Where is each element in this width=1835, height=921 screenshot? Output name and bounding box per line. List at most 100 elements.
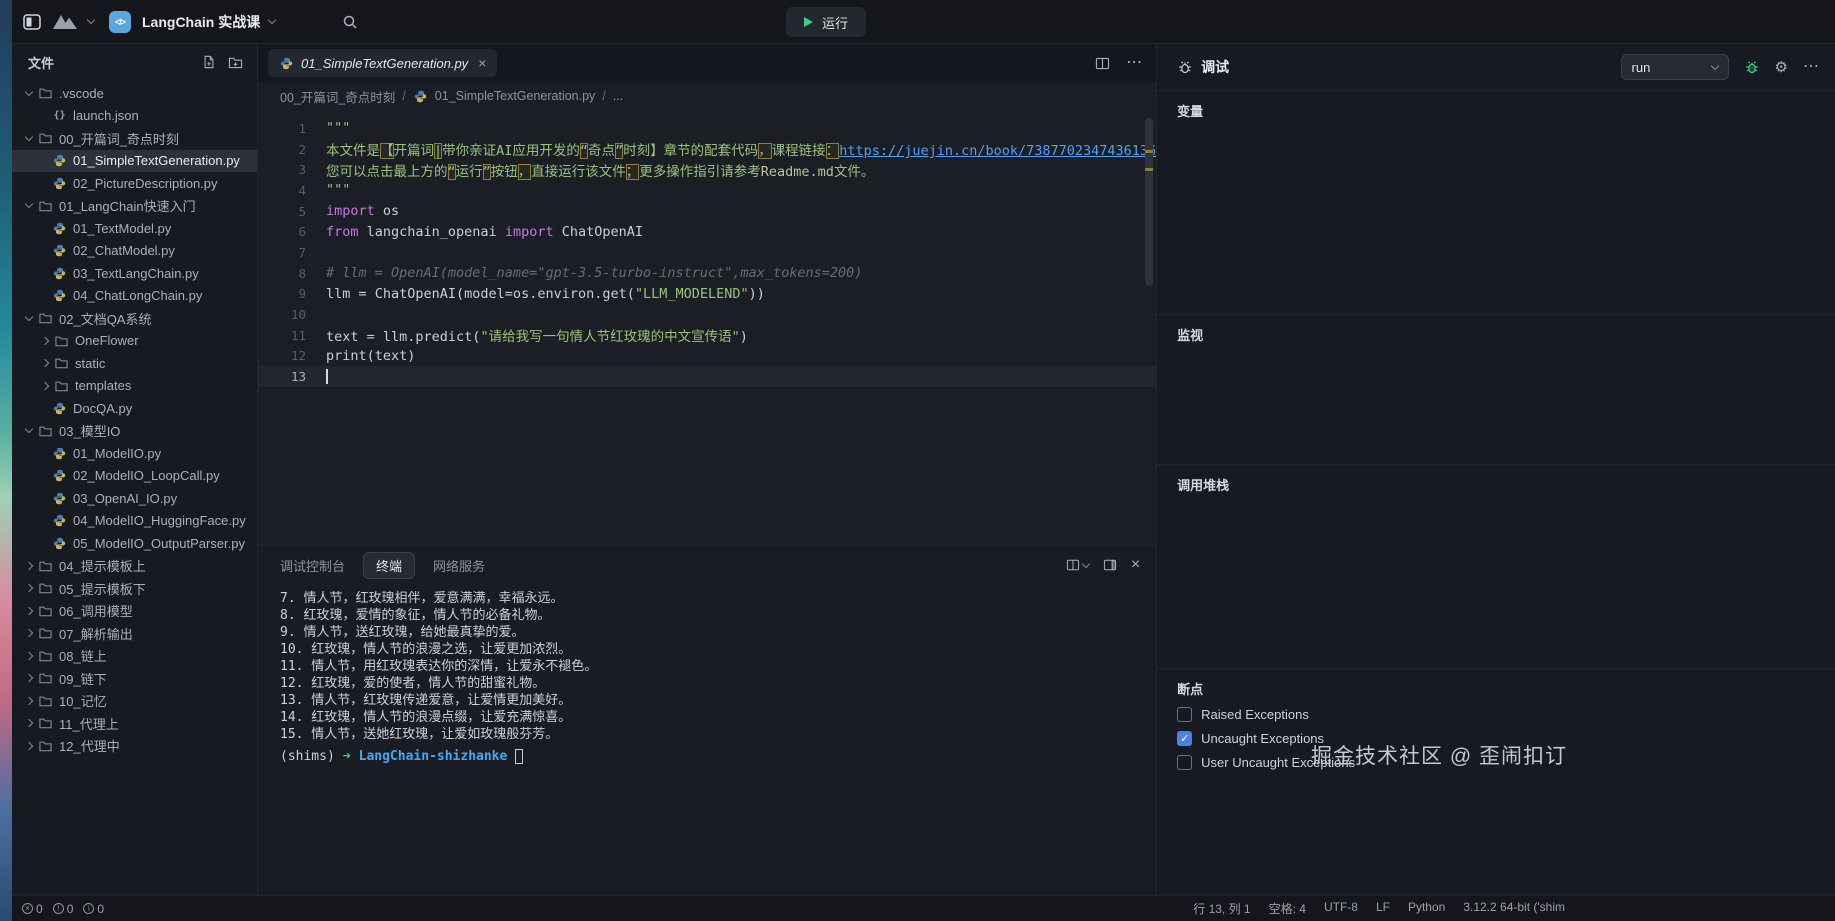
breadcrumb-item[interactable]: 00_开篇词_奇点时刻 [280,87,395,106]
problems-indicator[interactable]: ×0 !0 i0 [12,902,104,916]
tree-item[interactable]: 04_ModelIO_HuggingFace.py [12,510,257,533]
terminal-line: 7. 情人节，红玫瑰相伴，爱意满满，幸福永远。 [280,590,1156,607]
debug-more-icon[interactable]: ⋯ [1803,59,1819,75]
code-line[interactable]: 8# llm = OpenAI(model_name="gpt-3.5-turb… [258,263,1156,284]
tree-item[interactable]: 03_OpenAI_IO.py [12,487,257,510]
editor-tab[interactable]: 01_SimpleTextGeneration.py × [268,49,497,77]
run-button[interactable]: 运行 [786,7,866,37]
terminal-prompt[interactable]: (shims) ➜ LangChain-shizhanke [280,748,1156,765]
panel-layout-icon[interactable] [1103,559,1117,571]
code-editor[interactable]: 1"""2本文件是【开篇词|带你亲证AI应用开发的“奇点”时刻】章节的配套代码，… [258,110,1156,545]
files-panel-title: 文件 [28,53,54,72]
tree-item[interactable]: 00_开篇词_奇点时刻 [12,127,257,150]
tree-item[interactable]: 09_链下 [12,667,257,690]
search-icon[interactable] [342,14,358,30]
code-line[interactable]: 13 [258,366,1156,387]
workspace-icon[interactable]: </> [109,11,131,33]
line-number: 7 [258,245,306,260]
editor-scrollbar[interactable] [1145,118,1153,286]
sidebar-toggle-icon[interactable] [22,12,42,32]
breakpoint-checkbox[interactable] [1177,707,1192,722]
section-header-variables[interactable]: 变量 [1177,101,1815,120]
folder-icon [38,695,53,707]
gear-icon[interactable]: ⚙ [1775,60,1788,75]
tree-item[interactable]: 01_TextModel.py [12,217,257,240]
breakpoint-checkbox[interactable]: ✓ [1177,731,1192,746]
info-counter[interactable]: i0 [83,902,104,916]
tree-item[interactable]: 05_ModelIO_OutputParser.py [12,532,257,555]
tree-item[interactable]: templates [12,375,257,398]
new-folder-icon[interactable] [228,55,243,69]
code-line[interactable]: 7 [258,242,1156,263]
more-actions-icon[interactable]: ⋯ [1126,55,1142,71]
code-line[interactable]: 1""" [258,118,1156,139]
section-header-breakpoints[interactable]: 断点 [1177,679,1815,698]
statusbar-item[interactable]: 行 13, 列 1 [1193,900,1250,917]
breadcrumb-item[interactable]: ... [613,89,623,103]
panel-tab[interactable]: 终端 [363,552,415,579]
debug-session-bug-icon[interactable] [1744,59,1760,75]
tree-item[interactable]: 05_提示模板下 [12,577,257,600]
code-line[interactable]: 3您可以点击最上方的“运行”按钮，直接运行该文件；更多操作指引请参考Readme… [258,159,1156,180]
terminal[interactable]: 7. 情人节，红玫瑰相伴，爱意满满，幸福永远。8. 红玫瑰，爱情的象征，情人节的… [258,584,1156,895]
tree-item[interactable]: 06_调用模型 [12,600,257,623]
chevron-down-icon[interactable] [268,16,276,24]
tree-item[interactable]: 03_TextLangChain.py [12,262,257,285]
error-counter[interactable]: ×0 [22,902,43,916]
panel-tab[interactable]: 调试控制台 [280,556,345,575]
code-line[interactable]: 11text = llm.predict("请给我写一句情人节红玫瑰的中文宣传语… [258,325,1156,346]
app-logo-icon[interactable] [51,13,79,30]
tree-item[interactable]: 10_记忆 [12,690,257,713]
panel-tab[interactable]: 网络服务 [433,556,485,575]
tree-item[interactable]: OneFlower [12,330,257,353]
tree-item[interactable]: 01_ModelIO.py [12,442,257,465]
statusbar-item[interactable]: 3.12.2 64-bit ('shim [1463,900,1565,917]
json-file-icon: {} [52,110,67,121]
tree-item[interactable]: 07_解析输出 [12,622,257,645]
tree-item[interactable]: 02_文档QA系统 [12,307,257,330]
workspace-title[interactable]: LangChain 实战课 [142,12,260,32]
section-header-watch[interactable]: 监视 [1177,325,1815,344]
code-line[interactable]: 10 [258,304,1156,325]
code-line[interactable]: 9llm = ChatOpenAI(model=os.environ.get("… [258,284,1156,305]
tree-item[interactable]: .vscode [12,82,257,105]
chevron-down-icon[interactable] [87,16,95,24]
code-line[interactable]: 5import os [258,201,1156,222]
code-line[interactable]: 6from langchain_openai import ChatOpenAI [258,221,1156,242]
terminal-split-icon[interactable] [1066,559,1089,571]
statusbar-item[interactable]: LF [1376,900,1390,917]
tree-item[interactable]: 04_ChatLongChain.py [12,285,257,308]
chevron-right-icon [25,742,33,750]
tab-close-icon[interactable]: × [478,56,486,70]
tree-item[interactable]: DocQA.py [12,397,257,420]
tree-item[interactable]: 02_ModelIO_LoopCall.py [12,465,257,488]
section-header-call-stack[interactable]: 调用堆栈 [1177,475,1815,494]
debug-config-select[interactable]: run [1621,54,1729,80]
breadcrumb-item[interactable]: 01_SimpleTextGeneration.py [435,89,596,103]
chevron-right-icon [25,674,33,682]
statusbar-item[interactable]: UTF-8 [1324,900,1358,917]
tree-item[interactable]: 12_代理中 [12,735,257,758]
tree-item[interactable]: 02_ChatModel.py [12,240,257,263]
tree-item[interactable]: 01_LangChain快速入门 [12,195,257,218]
new-file-icon[interactable] [202,55,216,69]
tree-item[interactable]: 03_模型IO [12,420,257,443]
tree-item[interactable]: {}launch.json [12,105,257,128]
warning-counter[interactable]: !0 [53,902,74,916]
breakpoint-item[interactable]: Raised Exceptions [1177,707,1815,722]
problem-count: 0 [36,902,43,916]
statusbar-item[interactable]: 空格: 4 [1269,900,1306,917]
tree-item[interactable]: 08_链上 [12,645,257,668]
tree-item[interactable]: 01_SimpleTextGeneration.py [12,150,257,173]
tree-item[interactable]: 04_提示模板上 [12,555,257,578]
code-line[interactable]: 4""" [258,180,1156,201]
tree-item[interactable]: 11_代理上 [12,712,257,735]
split-editor-icon[interactable] [1095,57,1110,70]
close-panel-icon[interactable]: × [1131,556,1140,574]
code-line[interactable]: 12print(text) [258,346,1156,367]
statusbar-item[interactable]: Python [1408,900,1445,917]
code-line[interactable]: 2本文件是【开篇词|带你亲证AI应用开发的“奇点”时刻】章节的配套代码，课程链接… [258,139,1156,160]
tree-item[interactable]: static [12,352,257,375]
breakpoint-checkbox[interactable] [1177,755,1192,770]
tree-item[interactable]: 02_PictureDescription.py [12,172,257,195]
